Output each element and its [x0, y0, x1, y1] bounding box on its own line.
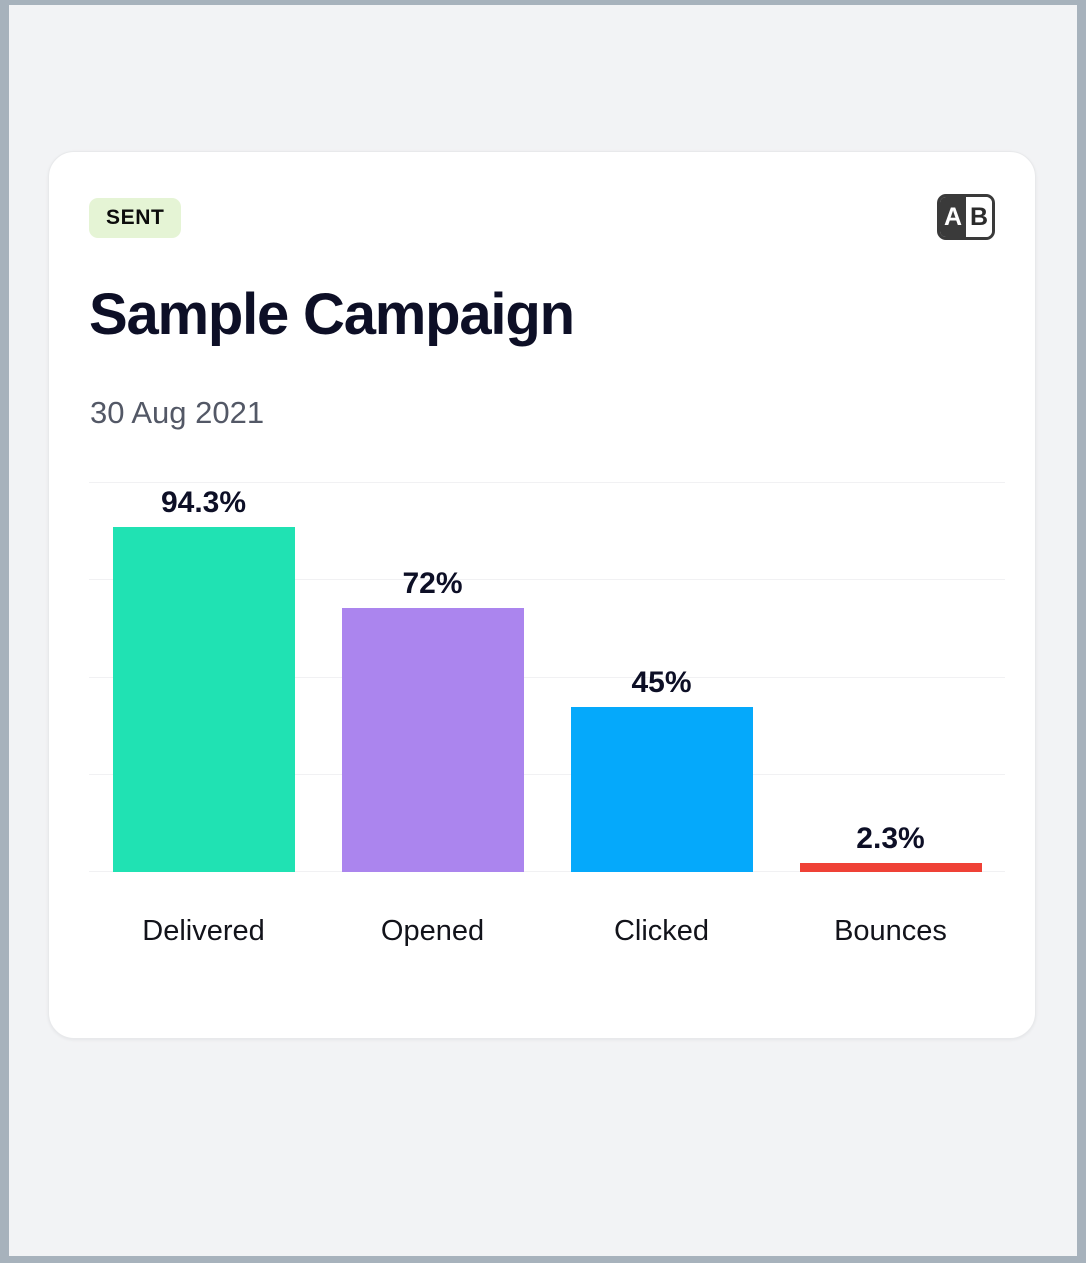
chart-bar-value-label: 45% — [631, 666, 692, 699]
chart-bar-value-label: 2.3% — [856, 822, 925, 855]
chart-x-axis-labels: Delivered Opened Clicked Bounces — [89, 874, 1005, 946]
chart-bar[interactable] — [112, 527, 295, 872]
page-title: Sample Campaign — [89, 282, 575, 347]
card-header: SENT A B — [89, 194, 995, 240]
chart-bar[interactable] — [570, 707, 753, 872]
chart-plot-area: 94.3% 72% 45% 2.3% — [89, 482, 1005, 872]
campaign-date: 30 Aug 2021 — [90, 395, 265, 430]
chart-x-axis-label: Delivered — [142, 915, 265, 947]
chart-bar-value-label: 94.3% — [160, 486, 247, 519]
chart-bars: 94.3% 72% 45% 2.3% — [89, 482, 1005, 872]
campaign-card[interactable]: SENT A B Sample Campaign 30 Aug 2021 94.… — [48, 151, 1036, 1039]
ab-test-icon-b: B — [966, 197, 992, 237]
chart-x-axis-label: Bounces — [834, 915, 947, 947]
chart-x-axis-label: Clicked — [613, 915, 710, 947]
status-badge: SENT — [89, 198, 182, 238]
ab-test-icon[interactable]: A B — [937, 194, 995, 240]
chart-bar-group[interactable]: 94.3% — [89, 482, 318, 872]
chart-x-axis-label: Opened — [380, 915, 485, 947]
chart-bar-group[interactable]: 2.3% — [776, 482, 1005, 872]
chart-bar[interactable] — [341, 608, 524, 872]
chart-bar-group[interactable]: 72% — [318, 482, 547, 872]
chart-bar-group[interactable]: 45% — [547, 482, 776, 872]
chart-bar-value-label: 72% — [402, 567, 463, 600]
chart-bar[interactable] — [799, 863, 982, 872]
ab-test-icon-a: A — [940, 197, 966, 237]
campaign-metrics-chart: 94.3% 72% 45% 2.3% Delivered Opened Clicked Bo… — [89, 482, 1005, 982]
page-background: SENT A B Sample Campaign 30 Aug 2021 94.… — [9, 5, 1077, 1256]
